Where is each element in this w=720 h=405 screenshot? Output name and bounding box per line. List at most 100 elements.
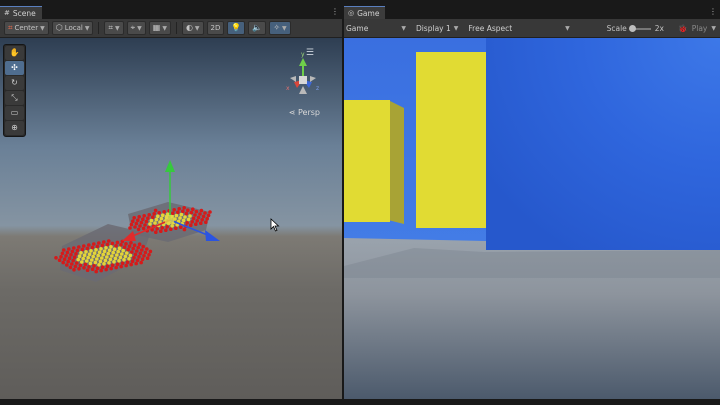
particle [70,249,75,254]
tool-rect[interactable]: ▭ [5,106,24,120]
particle [112,247,117,251]
orientation-gizmo[interactable]: y x z [286,51,319,94]
particle [123,254,128,259]
incremental-snap-button[interactable]: ⌖ ▼ [126,21,146,35]
game-tabbar: ◎ Game ⋮ [344,6,720,19]
gizmo-y-arrow [165,160,175,172]
particle [191,216,196,221]
particle [176,210,180,214]
tool-scale[interactable]: ⤡ [5,91,24,105]
audio-toggle[interactable]: 🔈 [248,21,267,35]
cube-left [344,100,390,222]
aspect-label: Free Aspect [468,23,513,33]
scene-viewport[interactable]: y x z ✋ ✣ ↻ ⤡ ▭ ⊕ ☰ ⋖ Persp [0,38,342,399]
scale-slider-knob[interactable] [628,24,636,32]
particle [82,266,86,270]
particle [107,239,111,243]
particle [138,224,142,228]
tab-game-label: Game [357,8,380,18]
particle [127,244,132,248]
lightbulb-icon: 💡 [231,23,242,32]
particle [194,222,198,226]
particle [156,214,160,218]
particle [142,254,146,258]
particle [135,258,140,262]
particle [62,248,66,252]
particle [105,242,110,247]
particle [83,262,88,267]
particle [91,254,95,259]
particle [105,264,110,268]
particle [115,240,120,245]
hand-icon: ✋ [9,48,20,57]
particle [106,251,110,256]
particle [154,217,159,222]
particle [129,262,133,267]
particle [172,208,176,212]
tool-palette: ✋ ✣ ↻ ⤡ ▭ ⊕ [3,44,26,137]
grid-visibility-button[interactable]: ▦ ▼ [148,21,171,35]
particle [155,227,159,231]
particle [170,224,174,228]
lighting-toggle[interactable]: 💡 [227,21,246,35]
draw-mode-button[interactable]: ◐ ▼ [181,21,204,35]
particle [93,260,98,265]
particle [87,243,91,247]
particle [85,246,90,251]
particle [102,249,107,253]
gizmo-x-label: x [286,85,290,92]
pivot-dropdown[interactable]: ⌗ Center ▼ [4,21,49,35]
projection-toggle[interactable]: ⋖ Persp [289,108,320,117]
effects-dropdown[interactable]: ✧ ▼ [269,21,291,35]
game-viewport[interactable] [344,38,720,399]
play-focus-control[interactable]: 🐞 Play ▼ [678,19,716,38]
toolbar-divider [98,22,100,34]
tab-scene[interactable]: # Scene [0,6,42,19]
particle [94,248,98,252]
grid-snap-button[interactable]: ⌗ ▼ [104,21,124,35]
snap-icon: ⌖ [130,23,136,32]
particle [182,206,186,210]
particle [85,268,90,272]
particle [65,250,70,255]
particle [164,228,168,232]
particle [174,213,179,218]
tab-game[interactable]: ◎ Game [344,6,386,19]
particle [127,257,131,261]
particle [92,251,97,255]
space-dropdown[interactable]: ⬡ Local ▼ [51,21,94,35]
tool-move[interactable]: ✣ [5,61,24,75]
particle [90,245,95,250]
particle [117,259,121,263]
space-label: Local [64,24,83,32]
game-view-dropdown[interactable]: Game ▼ [346,24,406,33]
bug-icon[interactable]: 🐞 [678,24,687,33]
particle [100,256,104,260]
aspect-dropdown[interactable]: Free Aspect ▼ [468,24,569,33]
particle [136,218,140,222]
speaker-icon: 🔈 [252,23,263,32]
particle [203,211,207,215]
projection-label: Persp [298,108,320,117]
tool-rotate[interactable]: ↻ [5,76,24,90]
floor-shadow [344,248,720,278]
tool-hand[interactable]: ✋ [5,46,24,60]
particle [141,226,146,231]
gizmo-menu-icon[interactable]: ☰ [306,48,314,58]
scale-slider[interactable] [628,24,651,32]
game-canvas [344,38,720,399]
particle [190,220,194,224]
particle [137,215,141,219]
game-panel-menu-icon[interactable]: ⋮ [709,7,717,16]
particle [103,258,108,263]
game-view-label: Game [346,23,369,33]
display-dropdown[interactable]: Display 1 ▼ [416,24,458,33]
particle [105,255,109,259]
tool-transform[interactable]: ⊕ [5,121,24,135]
scene-panel-menu-icon[interactable]: ⋮ [331,7,339,16]
mode-2d-button[interactable]: 2D [206,21,225,35]
particle [149,218,154,223]
particle [97,241,101,245]
particle [195,219,199,223]
particle [116,249,120,254]
